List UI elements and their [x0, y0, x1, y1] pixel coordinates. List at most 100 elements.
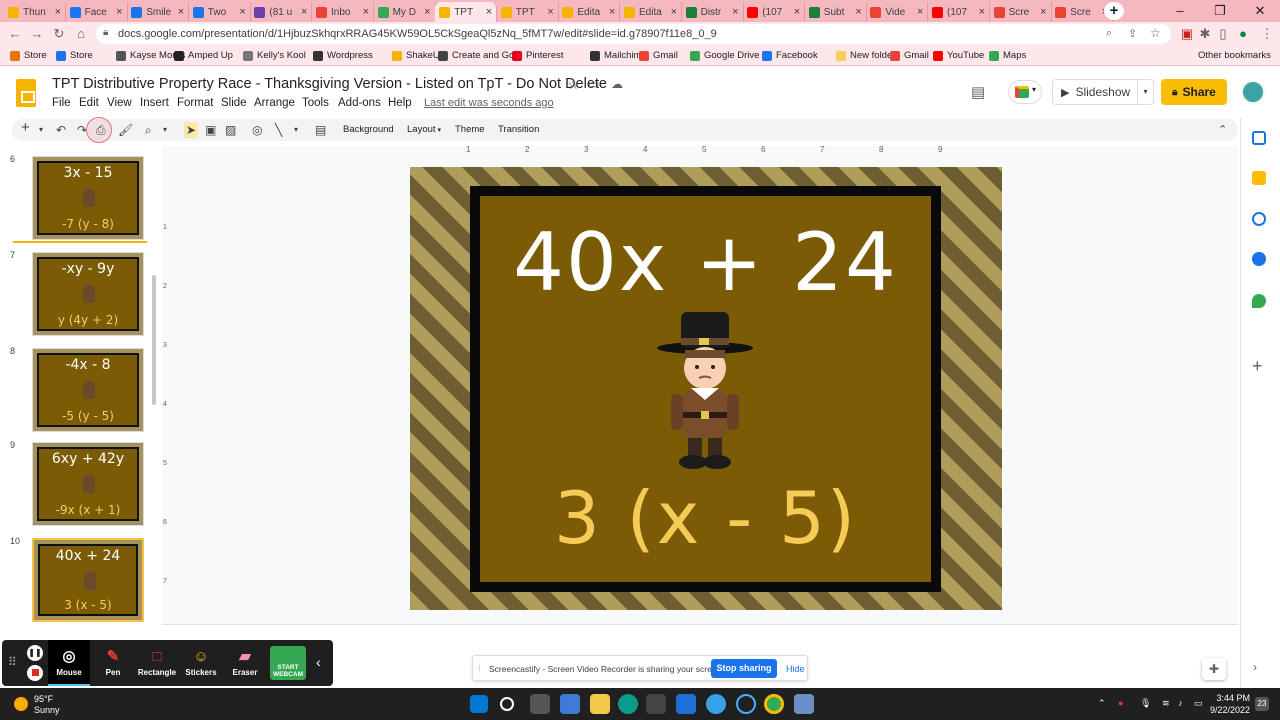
chrome-icon[interactable] [764, 694, 784, 714]
lock-icon[interactable]: 🔒︎ [103, 27, 108, 38]
close-tab-icon[interactable]: × [486, 6, 492, 18]
volume-icon[interactable]: ♪ [1178, 698, 1183, 708]
expression-top[interactable]: 40x + 24 [480, 216, 931, 309]
back-icon[interactable]: ← [6, 25, 24, 43]
drag-handle-icon[interactable]: ⁞ [478, 663, 481, 673]
file-explorer-icon[interactable] [590, 694, 610, 714]
close-tab-icon[interactable]: × [363, 6, 369, 18]
insert-comment-icon[interactable]: ▤ [315, 122, 326, 138]
browser-tab[interactable]: Scre × [990, 2, 1052, 22]
menu-view[interactable]: View [107, 97, 132, 109]
wifi-icon[interactable]: ≋ [1162, 698, 1170, 709]
close-tab-icon[interactable]: × [178, 6, 184, 18]
text-box-icon[interactable]: ▣ [205, 122, 216, 138]
stop-sharing-button[interactable]: Stop sharing [711, 659, 777, 678]
browser-tab[interactable]: (107 × [743, 2, 806, 22]
task-view-icon[interactable] [530, 694, 550, 714]
collapse-toolbar-icon[interactable]: ‹ [316, 654, 321, 670]
menu-format[interactable]: Format [177, 97, 213, 109]
close-tab-icon[interactable]: × [301, 6, 307, 18]
maximize-icon[interactable]: ❐ [1200, 2, 1240, 20]
battery-icon[interactable]: ▭ [1194, 698, 1203, 709]
edge-icon[interactable] [618, 694, 638, 714]
share-page-icon[interactable]: ⇪ [1128, 27, 1137, 40]
slide-thumbnail[interactable]: -xy - 9y y (4y + 2) [32, 252, 144, 336]
address-bar[interactable]: 🔒︎ docs.google.com/presentation/d/1Hjbuz… [96, 24, 1171, 44]
browser-tab[interactable]: Smile × [127, 2, 190, 22]
bookmark-item[interactable]: Gmail [639, 50, 678, 61]
contacts-icon[interactable] [1252, 252, 1266, 266]
paint-format-icon[interactable]: 🖌︎ [118, 122, 133, 138]
browser-tab[interactable]: My D × [374, 2, 436, 22]
expression-bottom[interactable]: 3 (x - 5) [480, 476, 931, 560]
extensions-puzzle-icon[interactable]: ✱ [1196, 25, 1214, 43]
undo-icon[interactable]: ↶ [56, 122, 66, 138]
theme-button[interactable]: Theme [455, 124, 485, 135]
zoom-icon[interactable]: ⌕ [145, 122, 152, 138]
sun-icon[interactable] [14, 697, 28, 711]
menu-slide[interactable]: Slide [221, 97, 247, 109]
tasks-icon[interactable] [1252, 212, 1266, 226]
bookmark-item[interactable]: Store [10, 50, 47, 61]
extension-icon[interactable]: ▣ [1178, 25, 1196, 43]
browser-tab[interactable]: Distr × [682, 2, 744, 22]
zoom-icon[interactable]: ⌕ [1106, 27, 1112, 40]
bookmark-item[interactable]: Wordpress [313, 50, 373, 61]
new-slide-icon[interactable]: + [21, 120, 30, 136]
bookmark-item[interactable]: Kelly's Kool [243, 50, 306, 61]
transition-button[interactable]: Transition [498, 124, 539, 135]
app-icon[interactable] [706, 694, 726, 714]
browser-tab[interactable]: (81 u × [250, 2, 313, 22]
microphone-icon[interactable]: 🎙︎ [1140, 698, 1151, 709]
close-tab-icon[interactable]: × [547, 6, 553, 18]
menu-tools[interactable]: Tools [302, 97, 329, 109]
photos-icon[interactable] [794, 694, 814, 714]
bookmark-item[interactable]: YouTube [933, 50, 984, 61]
filmstrip-scrollbar[interactable] [152, 275, 156, 405]
keep-icon[interactable] [1252, 171, 1266, 185]
avatar[interactable] [1241, 80, 1265, 104]
close-tab-icon[interactable]: × [609, 6, 615, 18]
cast-tool-mouse[interactable]: ◎ Mouse [48, 640, 90, 686]
meet-button[interactable]: ▾ [1008, 80, 1042, 104]
browser-menu-icon[interactable]: ⋮ [1258, 25, 1276, 43]
close-tab-icon[interactable]: × [116, 6, 122, 18]
bookmark-item[interactable]: Facebook [762, 50, 818, 61]
close-tab-icon[interactable]: × [55, 6, 61, 18]
close-tab-icon[interactable]: × [424, 6, 430, 18]
collapse-toolbar-icon[interactable]: ⌃ [1218, 122, 1227, 138]
bookmark-star-icon[interactable]: ☆ [1150, 26, 1161, 40]
line-chevron-icon[interactable]: ▾ [294, 122, 298, 138]
minimize-icon[interactable]: – [1160, 2, 1200, 20]
cast-tool-rectangle[interactable]: □ Rectangle [136, 640, 178, 686]
slideshow-button[interactable]: ▶ Slideshow ▾ [1052, 79, 1154, 105]
hide-button[interactable]: Hide [786, 664, 805, 674]
bookmark-item[interactable]: Pinterest [512, 50, 564, 61]
bookmark-item[interactable]: Store [56, 50, 93, 61]
clock-date[interactable]: 9/22/2022 [1210, 705, 1250, 715]
browser-tab[interactable]: (107 × [928, 2, 990, 22]
browser-tab[interactable]: Edita × [620, 2, 682, 22]
clock-time[interactable]: 3:44 PM [1216, 693, 1250, 703]
pilgrim-illustration[interactable] [655, 312, 755, 472]
store-icon[interactable] [646, 694, 666, 714]
menu-help[interactable]: Help [388, 97, 412, 109]
browser-tab[interactable]: TPT × [497, 2, 559, 22]
slide-board[interactable]: 40x + 24 3 (x - 5) [470, 186, 941, 592]
select-cursor-icon[interactable]: ➤ [184, 122, 198, 138]
menu-insert[interactable]: Insert [140, 97, 169, 109]
bookmark-item[interactable]: Google Drive [690, 50, 759, 61]
cast-tool-pen[interactable]: ✎ Pen [92, 640, 134, 686]
notification-count[interactable]: 23 [1255, 697, 1269, 711]
star-icon[interactable]: ☆ [567, 76, 580, 93]
expand-panel-icon[interactable]: › [1253, 660, 1257, 674]
image-icon[interactable]: ▨ [225, 122, 236, 138]
search-icon[interactable] [500, 697, 514, 711]
slideshow-chevron-icon[interactable]: ▾ [1137, 80, 1153, 104]
browser-tab[interactable]: Inbo × [312, 2, 374, 22]
edge-dev-icon[interactable] [676, 694, 696, 714]
menu-addons[interactable]: Add-ons [338, 97, 381, 109]
bookmark-item[interactable]: Amped Up [174, 50, 233, 61]
weather-temp[interactable]: 95°F [34, 694, 53, 704]
close-tab-icon[interactable]: × [239, 6, 245, 18]
